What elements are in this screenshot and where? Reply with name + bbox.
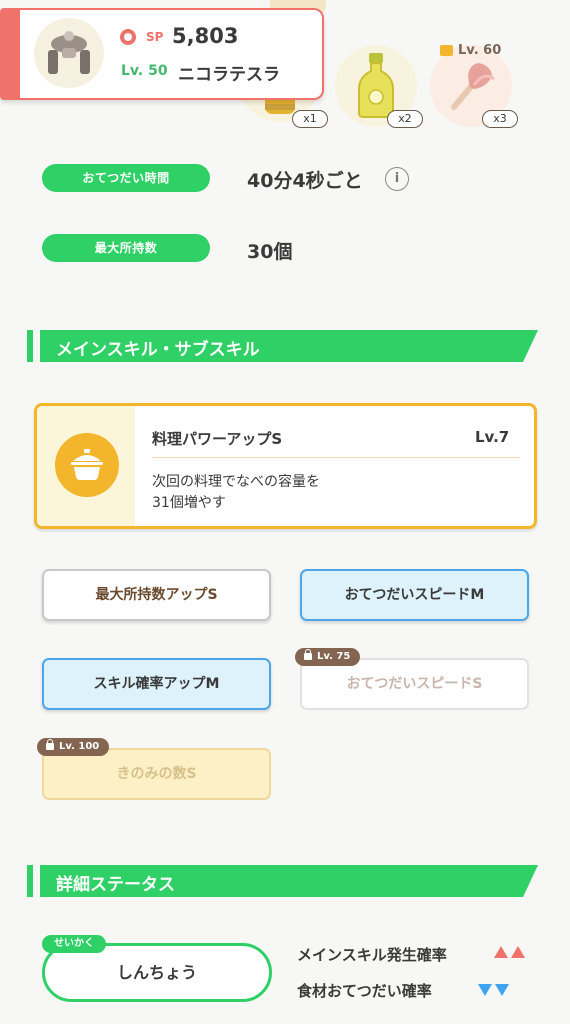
cooking-pot-icon [71,449,103,480]
up-arrow-icon [511,946,525,958]
pokemon-avatar [34,18,104,88]
up-arrow-icon [494,946,508,958]
sub-skill-5-lock-level: Lv. 100 [59,741,100,752]
main-skill-description-line-1: 次回の料理でなべの容量を [152,474,320,490]
main-skill-icon-circle [55,433,119,497]
main-skill-description-line-2: 31個増やす [152,495,226,511]
main-skill-icon-panel [37,406,135,526]
sp-label: SP [146,30,164,44]
nature-tag: せいかく [42,935,106,953]
help-time-value: 40分4秒ごと [247,170,363,192]
sub-skill-4-lock-badge: Lv. 75 [295,648,361,666]
info-icon[interactable]: i [385,167,409,191]
nature-up-effect: メインスキル発生確率 [297,946,447,964]
sub-skill-1[interactable]: 最大所持数アップS [42,569,271,621]
pokeball-icon [120,29,136,45]
pokemon-name: ニコラテスラ [178,65,280,85]
leek-icon [451,63,495,110]
ingredient-count-1: x1 [292,110,328,128]
nature-down-effect: 食材おてつだい確率 [297,982,432,1000]
sub-skill-2[interactable]: おてつだいスピードM [300,569,529,621]
lock-icon [46,739,54,750]
help-time-label: おてつだい時間 [42,164,210,192]
details-section-title: 詳細ステータス [56,875,175,895]
ingredient-count-2: x2 [387,110,423,128]
down-arrow-icon [478,984,492,996]
ingredient-3-lock-level: Lv. 60 [458,43,502,58]
max-carry-value: 30個 [247,241,293,263]
down-arrow-icon [495,984,509,996]
section-marker [27,865,33,897]
main-skill-name: 料理パワーアップS [152,430,283,448]
ingredient-count-3: x3 [482,110,518,128]
pokemon-icon [48,31,90,74]
main-skill-level: Lv.7 [475,428,510,446]
skills-section-title: メインスキル・サブスキル [56,340,260,360]
main-skill-divider [152,457,520,458]
oil-bottle-icon [358,53,394,118]
max-carry-label: 最大所持数 [42,234,210,262]
main-skill-description: 次回の料理でなべの容量を 31個増やす [152,472,452,514]
main-skill-card[interactable]: 料理パワーアップS Lv.7 次回の料理でなべの容量を 31個増やす [34,403,537,529]
sp-value: 5,803 [172,24,239,48]
section-marker [27,330,33,362]
lock-icon [440,45,453,56]
pokemon-level: Lv. 50 [121,63,168,79]
sub-skill-4-lock-level: Lv. 75 [317,651,351,662]
lock-icon [304,649,312,660]
sub-skill-5-lock-badge: Lv. 100 [37,738,110,756]
sub-skill-3[interactable]: スキル確率アップM [42,658,271,710]
